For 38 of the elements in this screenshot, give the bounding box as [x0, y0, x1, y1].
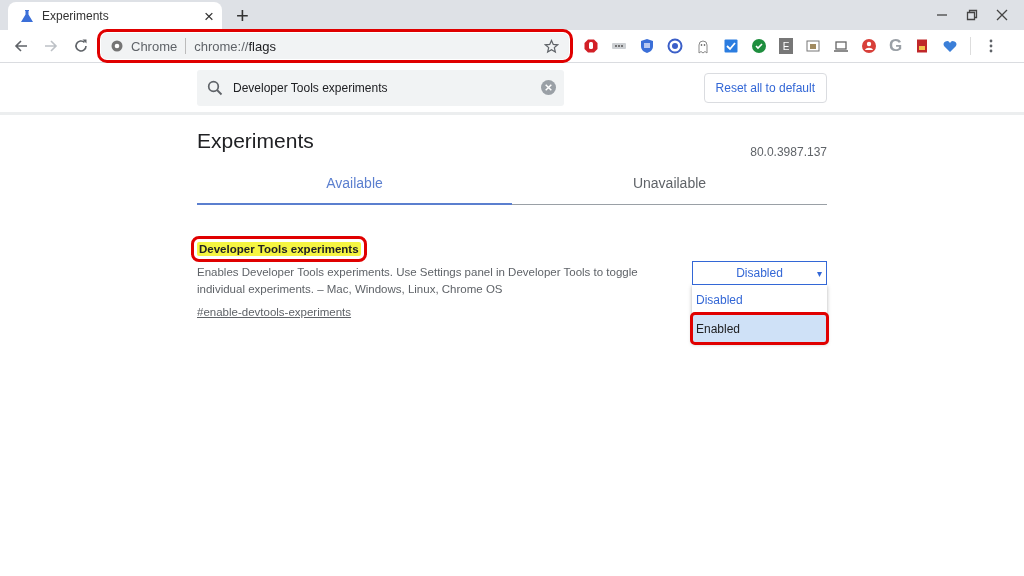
extension-badge[interactable]: E: [779, 38, 793, 54]
dropdown-option[interactable]: Disabled: [692, 285, 827, 314]
search-field[interactable]: Developer Tools experiments: [197, 69, 564, 106]
close-tab-button[interactable]: ×: [204, 7, 214, 25]
flag-description: Enables Developer Tools experiments. Use Settings panel in Developer Tools to toggle individual experiments. – Mac, Windows, Linux, Chrome OS: [197, 265, 639, 297]
hand-icon[interactable]: [583, 38, 599, 54]
check-circle-icon[interactable]: [751, 38, 767, 54]
tab[interactable]: Available: [197, 175, 512, 205]
browser-tab[interactable]: Experiments ×: [8, 2, 222, 30]
clear-search-icon[interactable]: [541, 80, 556, 95]
tab[interactable]: Unavailable: [512, 175, 827, 204]
page-title: Experiments: [197, 129, 314, 153]
flag-link[interactable]: #enable-devtools-experiments: [197, 306, 352, 318]
flask-icon: [20, 9, 34, 23]
back-icon[interactable]: [13, 38, 29, 54]
flag-dropdown[interactable]: Disabled ▾: [692, 261, 827, 285]
url-text: chrome://flags: [194, 38, 276, 54]
search-icon: [207, 79, 223, 96]
bookmark-star-icon[interactable]: [544, 38, 559, 54]
new-tab-button[interactable]: +: [236, 5, 249, 27]
laptop-icon[interactable]: [833, 38, 849, 54]
heart-icon[interactable]: [942, 38, 959, 54]
checkmark-icon[interactable]: [723, 38, 739, 54]
chrome-icon: [111, 40, 123, 52]
site-label: Chrome: [131, 38, 178, 54]
ghost-icon[interactable]: [695, 38, 711, 54]
restore-icon[interactable]: [966, 9, 978, 21]
dropdown-option[interactable]: Enabled: [692, 314, 827, 343]
reload-icon[interactable]: [73, 38, 89, 54]
search-input[interactable]: Developer Tools experiments: [231, 79, 541, 96]
tab-title: Experiments: [42, 9, 110, 23]
close-icon[interactable]: [996, 9, 1008, 21]
ring-icon[interactable]: [667, 38, 683, 54]
version-text: 80.0.3987.137: [750, 145, 827, 159]
shield-icon[interactable]: [639, 38, 655, 54]
person-icon[interactable]: [861, 38, 877, 54]
reader-icon[interactable]: [805, 38, 821, 54]
reset-button[interactable]: Reset all to default: [703, 72, 827, 103]
